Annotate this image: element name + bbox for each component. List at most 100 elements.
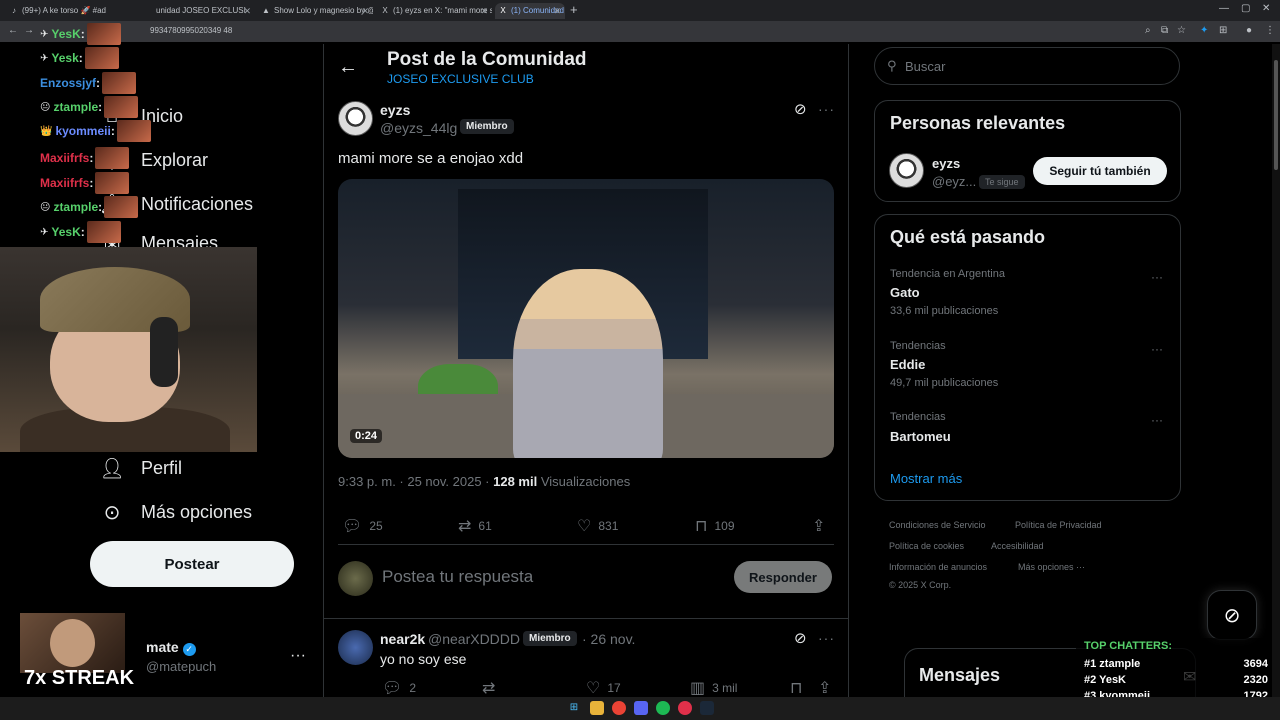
author-name[interactable]: eyzs (380, 102, 410, 118)
tab-label: (99+) A ke torso 🚀 #ad (22, 6, 107, 15)
views-button[interactable]: ▥ 3 mil (690, 678, 737, 698)
reply-button[interactable]: 💬︎ 25 (342, 516, 383, 536)
bookmark-star-icon[interactable]: ☆ (1177, 25, 1186, 36)
reply-date[interactable]: · 26 nov. (582, 631, 635, 647)
bookmark-button[interactable]: ⊓ 109 (695, 516, 735, 536)
minimize-icon[interactable]: — (1219, 3, 1229, 14)
avatar[interactable] (889, 153, 924, 188)
repost-button[interactable]: ⇄ (482, 678, 502, 698)
footer-link[interactable]: Más opciones ··· (1018, 562, 1085, 572)
tab-label: unidad JOSEO EXCLUSI (156, 6, 246, 15)
column-divider (848, 44, 849, 720)
repost-count: 61 (478, 519, 492, 533)
share-button[interactable]: ⇪ (818, 678, 838, 698)
app-icon[interactable] (678, 701, 692, 715)
reply-count: 2 (409, 681, 416, 695)
trend-name[interactable]: Gato (890, 285, 920, 300)
close-icon[interactable]: ✕ (553, 3, 561, 19)
discord-icon[interactable] (634, 701, 648, 715)
more-icon[interactable]: ··· (1151, 270, 1163, 284)
community-link[interactable]: JOSEO EXCLUSIVE CLUB (387, 72, 534, 86)
grok-button[interactable]: ⊘ (1207, 590, 1257, 640)
install-icon[interactable]: ⧉ (1161, 25, 1168, 36)
maximize-icon[interactable]: ▢ (1241, 3, 1250, 14)
windows-start-icon[interactable]: ⊞ (567, 701, 581, 715)
chat-line: 😐 ztample: (40, 196, 139, 218)
close-icon[interactable]: ✕ (361, 3, 369, 19)
like-button[interactable]: ♡ 17 (586, 678, 621, 698)
spotify-icon[interactable] (656, 701, 670, 715)
footer-link[interactable]: Accesibilidad (991, 541, 1044, 551)
zoom-icon[interactable]: ⌕ (1145, 25, 1151, 36)
post-button[interactable]: Postear (90, 541, 294, 587)
author-handle[interactable]: @eyzs_44lg (380, 120, 457, 136)
chatter-count: 3694 (1243, 658, 1268, 670)
reply-input[interactable]: Postea tu respuesta (382, 567, 533, 587)
like-button[interactable]: ♡ 831 (577, 516, 618, 536)
search-input[interactable]: ⚲ Buscar (874, 47, 1180, 85)
avatar[interactable] (338, 101, 373, 136)
extensions-puzzle-icon[interactable]: ⊞ (1219, 25, 1227, 36)
close-icon[interactable]: ✕ (243, 3, 251, 19)
repost-button[interactable]: ⇄ 61 (458, 516, 492, 536)
follows-you-badge: Te sigue (979, 175, 1025, 189)
more-icon[interactable]: ··· (1151, 413, 1163, 427)
browser-tab[interactable]: X (1) eyzs en X: "mami more se a✕ (377, 3, 492, 19)
url-text[interactable]: 9934780995020349 48 (150, 26, 232, 35)
footer-link[interactable]: Condiciones de Servicio (889, 520, 986, 530)
nav-item-more[interactable]: ⊙ Más opciones (100, 497, 252, 527)
reply-button[interactable]: 💬︎ 2 (382, 678, 416, 698)
respond-button[interactable]: Responder (734, 561, 832, 593)
extension-icon[interactable]: ✦ (1200, 25, 1208, 36)
relevant-people-card: Personas relevantes eyzs @eyz... Te sigu… (874, 100, 1181, 202)
nav-item-profile[interactable]: 👤︎ Perfil (99, 453, 182, 483)
author-handle[interactable]: @nearXDDDD (428, 631, 520, 647)
menu-icon[interactable]: ⋮ (1265, 25, 1275, 36)
close-window-icon[interactable]: ✕ (1262, 3, 1270, 14)
grok-icon[interactable]: ⊘ (794, 629, 807, 647)
video-player[interactable]: 0:24 (338, 179, 834, 458)
profile-icon[interactable]: ● (1246, 25, 1252, 36)
heart-icon: ♡ (577, 518, 592, 535)
footer-link[interactable]: Información de anuncios (889, 562, 987, 572)
address-bar[interactable]: ← → 9934780995020349 48 ⌕ ⧉ ☆ ✦ ⊞ ● ⋮ (0, 21, 1280, 42)
more-icon[interactable]: ··· (818, 630, 835, 646)
more-icon[interactable]: ··· (290, 647, 306, 665)
chrome-icon[interactable] (612, 701, 626, 715)
new-tab-plus-icon[interactable]: + (570, 2, 578, 17)
bookmark-button[interactable]: ⊓ (790, 678, 809, 698)
share-button[interactable]: ⇪ (812, 516, 832, 536)
trend-name[interactable]: Eddie (890, 357, 925, 372)
footer-link[interactable]: Política de Privacidad (1015, 520, 1102, 530)
post-time[interactable]: 9:33 p. m. · 25 nov. 2025 · (338, 474, 493, 489)
browser-tab[interactable]: unidad JOSEO EXCLUSI ✕ (140, 3, 255, 19)
folder-icon[interactable] (590, 701, 604, 715)
taskbar: ⊞ (0, 697, 1280, 720)
browser-tab-active[interactable]: X (1) Comunidad ✕ (495, 3, 565, 19)
close-icon[interactable]: ✕ (480, 3, 488, 19)
follow-button[interactable]: Seguir tú también (1033, 157, 1167, 185)
back-arrow-icon[interactable]: ← (338, 56, 358, 79)
more-icon[interactable]: ··· (1151, 342, 1163, 356)
browser-tab[interactable]: ♪ (99+) A ke torso 🚀 #ad (6, 3, 116, 19)
avatar[interactable] (338, 630, 373, 665)
footer-link[interactable]: Política de cookies (889, 541, 964, 551)
views-count: 128 mil (493, 474, 538, 489)
person-handle[interactable]: @eyz... (932, 174, 976, 189)
back-icon[interactable]: ← (8, 25, 18, 36)
forward-icon[interactable]: → (24, 25, 34, 36)
account-switcher[interactable]: 7x STREAK mate ✓ @matepuch ··· (20, 613, 320, 693)
more-icon[interactable]: ··· (818, 101, 835, 117)
trend-name[interactable]: Bartomeu (890, 429, 951, 444)
show-more-link[interactable]: Mostrar más (890, 471, 962, 486)
trend-category: Tendencias (890, 411, 946, 423)
scrollbar-thumb[interactable] (1274, 60, 1278, 170)
steam-icon[interactable] (700, 701, 714, 715)
person-name[interactable]: eyzs (932, 156, 960, 171)
grok-icon[interactable]: ⊘ (794, 100, 807, 118)
chat-user: Maxiifrfs (40, 151, 90, 165)
avatar (338, 561, 373, 596)
browser-tab[interactable]: ▲ Show Lolo y magnesio by @R ✕ (258, 3, 373, 19)
more-circle-icon: ⊙ (103, 501, 121, 524)
author-name[interactable]: near2k (380, 631, 425, 647)
